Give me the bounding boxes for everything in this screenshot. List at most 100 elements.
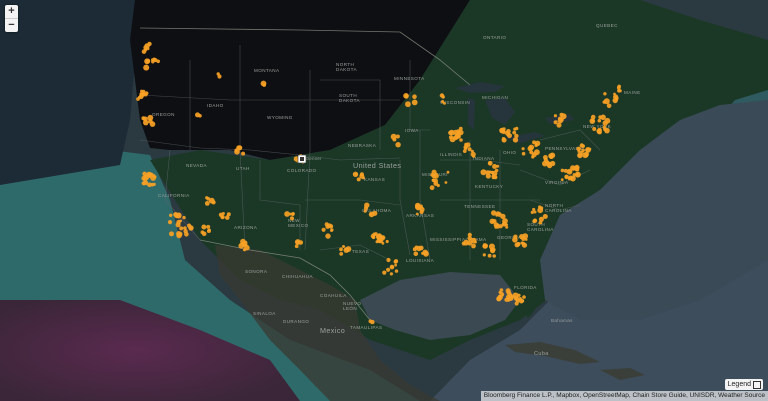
- store-marker-136[interactable]: [394, 263, 397, 267]
- store-marker-66[interactable]: [182, 215, 186, 220]
- store-marker-134[interactable]: [394, 259, 399, 264]
- store-marker-196[interactable]: [492, 164, 498, 169]
- store-marker-379[interactable]: [405, 101, 411, 108]
- store-marker-84[interactable]: [241, 151, 246, 156]
- store-marker-194[interactable]: [480, 169, 487, 176]
- store-marker-287[interactable]: [606, 103, 612, 109]
- store-marker-427[interactable]: [617, 88, 621, 93]
- store-marker-303[interactable]: [494, 225, 498, 229]
- store-marker-234[interactable]: [547, 163, 553, 169]
- store-marker-117[interactable]: [385, 239, 389, 244]
- store-marker-46[interactable]: [141, 181, 146, 186]
- zoom-out-button[interactable]: −: [5, 18, 18, 32]
- store-marker-210[interactable]: [505, 131, 511, 136]
- store-marker-20[interactable]: [144, 91, 149, 96]
- store-marker-409[interactable]: [216, 72, 220, 76]
- store-marker-202[interactable]: [501, 137, 507, 143]
- store-marker-88[interactable]: [206, 196, 211, 201]
- store-marker-206[interactable]: [512, 130, 517, 135]
- store-marker-437[interactable]: [240, 241, 245, 246]
- store-marker-278[interactable]: [602, 125, 606, 129]
- store-marker-67[interactable]: [179, 219, 183, 223]
- store-marker-107[interactable]: [330, 228, 334, 232]
- store-marker-420[interactable]: [553, 114, 558, 118]
- store-marker-124[interactable]: [372, 235, 376, 239]
- store-marker-158[interactable]: [432, 178, 435, 182]
- store-marker-175[interactable]: [472, 154, 476, 158]
- store-marker-429[interactable]: [368, 319, 373, 324]
- store-marker-213[interactable]: [521, 147, 525, 151]
- store-marker-148[interactable]: [429, 185, 435, 191]
- store-marker-237[interactable]: [560, 178, 564, 182]
- store-marker-324[interactable]: [530, 210, 534, 214]
- store-marker-198[interactable]: [513, 127, 517, 131]
- store-marker-289[interactable]: [613, 94, 619, 100]
- store-marker-155[interactable]: [446, 170, 450, 174]
- store-marker-98[interactable]: [289, 216, 295, 221]
- store-marker-331[interactable]: [492, 254, 497, 258]
- store-marker-262[interactable]: [577, 149, 581, 153]
- store-marker-22[interactable]: [139, 92, 144, 97]
- zoom-in-button[interactable]: +: [5, 5, 18, 18]
- store-marker-220[interactable]: [531, 155, 535, 159]
- store-marker-282[interactable]: [600, 114, 606, 121]
- store-marker-368[interactable]: [514, 301, 519, 306]
- store-marker-314[interactable]: [521, 241, 526, 246]
- store-marker-270[interactable]: [592, 127, 597, 131]
- store-marker-414[interactable]: [395, 142, 401, 148]
- store-marker-50[interactable]: [169, 213, 173, 217]
- store-marker-130[interactable]: [389, 272, 393, 276]
- store-marker-61[interactable]: [179, 226, 184, 231]
- store-marker-436[interactable]: [244, 244, 250, 251]
- store-marker-327[interactable]: [533, 210, 537, 214]
- store-marker-394[interactable]: [415, 202, 421, 209]
- store-marker-266[interactable]: [577, 152, 583, 159]
- store-marker-76[interactable]: [221, 212, 225, 215]
- store-marker-310[interactable]: [513, 234, 518, 239]
- store-marker-164[interactable]: [459, 138, 463, 142]
- store-marker-132[interactable]: [394, 269, 399, 273]
- store-marker-72[interactable]: [206, 224, 211, 229]
- store-marker-71[interactable]: [206, 229, 211, 233]
- store-marker-299[interactable]: [489, 218, 495, 224]
- store-marker-192[interactable]: [485, 173, 491, 179]
- store-marker-73[interactable]: [201, 231, 207, 237]
- store-marker-333[interactable]: [487, 253, 492, 258]
- store-marker-423[interactable]: [559, 117, 564, 122]
- store-marker-114[interactable]: [369, 212, 373, 216]
- store-marker-28[interactable]: [142, 116, 148, 122]
- store-marker-153[interactable]: [444, 181, 448, 184]
- store-marker-187[interactable]: [488, 161, 492, 165]
- store-marker-304[interactable]: [495, 213, 499, 217]
- store-marker-318[interactable]: [516, 242, 521, 247]
- store-marker-65[interactable]: [189, 227, 193, 231]
- store-marker-97[interactable]: [284, 211, 290, 217]
- store-marker-129[interactable]: [386, 267, 391, 272]
- store-marker-251[interactable]: [570, 165, 576, 171]
- store-marker-397[interactable]: [359, 172, 364, 177]
- store-marker-376[interactable]: [412, 94, 417, 99]
- store-marker-399[interactable]: [352, 171, 359, 177]
- store-marker-407[interactable]: [260, 80, 267, 87]
- store-marker-7[interactable]: [143, 64, 150, 71]
- store-marker-329[interactable]: [537, 207, 544, 214]
- store-marker-113[interactable]: [372, 210, 378, 216]
- store-marker-348[interactable]: [471, 237, 477, 244]
- store-marker-347[interactable]: [461, 241, 466, 246]
- store-marker-106[interactable]: [328, 224, 334, 229]
- store-marker-297[interactable]: [498, 224, 503, 229]
- store-marker-374[interactable]: [513, 296, 519, 301]
- store-marker-328[interactable]: [532, 218, 538, 223]
- store-marker-362[interactable]: [498, 290, 502, 294]
- store-marker-142[interactable]: [422, 249, 429, 256]
- store-marker-79[interactable]: [220, 215, 224, 219]
- store-marker-387[interactable]: [415, 212, 419, 216]
- store-marker-169[interactable]: [449, 136, 456, 143]
- selected-location-marker[interactable]: [297, 154, 307, 164]
- store-marker-102[interactable]: [325, 233, 331, 239]
- store-marker-128[interactable]: [376, 233, 383, 239]
- store-marker-373[interactable]: [518, 298, 524, 304]
- store-marker-380[interactable]: [411, 99, 418, 106]
- store-marker-290[interactable]: [603, 92, 607, 96]
- store-marker-241[interactable]: [568, 170, 572, 173]
